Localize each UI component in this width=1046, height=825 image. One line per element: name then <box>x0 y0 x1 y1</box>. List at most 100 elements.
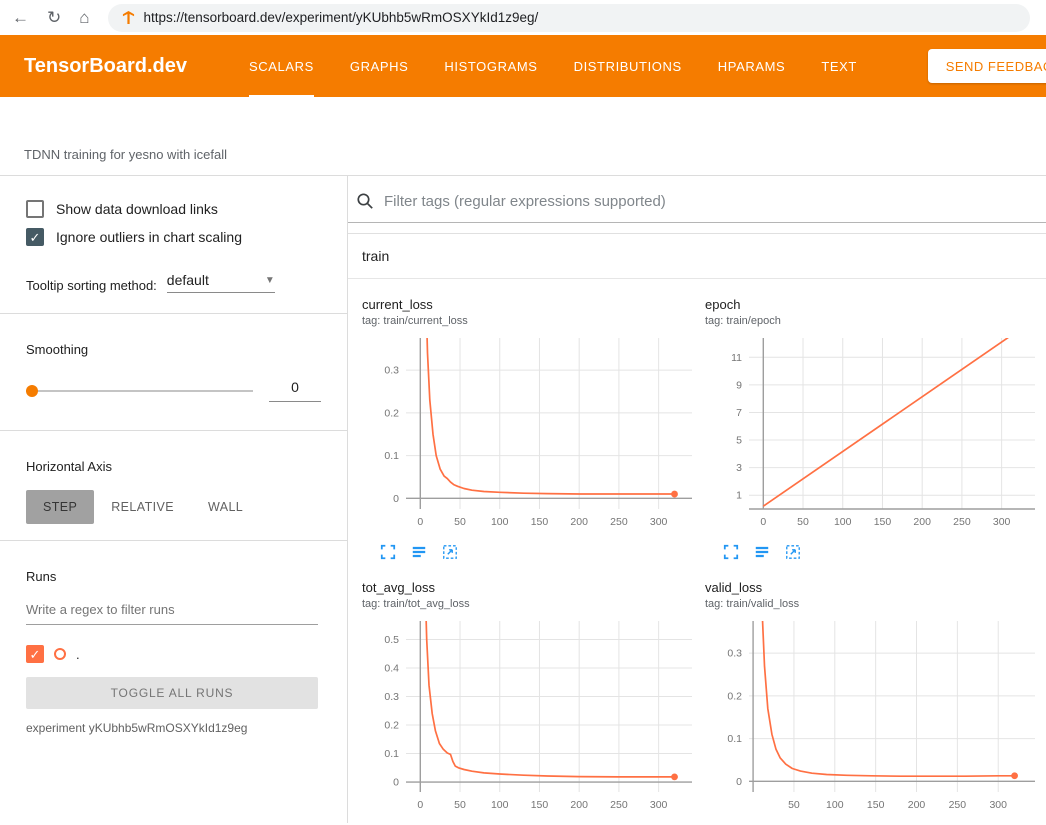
svg-text:0.2: 0.2 <box>384 720 399 732</box>
svg-text:300: 300 <box>650 516 668 528</box>
line-chart[interactable]: 05010015020025030000.10.20.3 <box>362 333 698 533</box>
tooltip-sorting-row: Tooltip sorting method: default ▼ <box>26 272 321 293</box>
smoothing-row: 0 <box>26 379 321 402</box>
home-icon[interactable]: ⌂ <box>79 9 89 26</box>
url-text: https://tensorboard.dev/experiment/yKUbh… <box>144 10 539 25</box>
axis-relative-button[interactable]: RELATIVE <box>94 490 191 524</box>
runs-label: Runs <box>26 569 321 584</box>
svg-text:0.3: 0.3 <box>384 691 399 703</box>
tab-scalars[interactable]: SCALARS <box>249 35 314 97</box>
svg-text:50: 50 <box>454 799 466 811</box>
horizontal-axis-buttons: STEPRELATIVEWALL <box>26 490 321 524</box>
data-table-icon[interactable] <box>754 544 770 560</box>
axis-wall-button[interactable]: WALL <box>191 490 260 524</box>
tab-distributions[interactable]: DISTRIBUTIONS <box>574 35 682 97</box>
expand-chart-icon[interactable] <box>723 544 739 560</box>
svg-text:3: 3 <box>736 462 742 474</box>
smoothing-value-input[interactable]: 0 <box>269 379 321 402</box>
brand[interactable]: TensorBoard.dev <box>24 55 187 78</box>
tag-group-card: train current_loss tag: train/current_lo… <box>348 233 1046 823</box>
tab-histograms[interactable]: HISTOGRAMS <box>444 35 537 97</box>
tag-filter-row <box>348 176 1046 223</box>
tab-graphs[interactable]: GRAPHS <box>350 35 409 97</box>
expand-chart-icon[interactable] <box>380 544 396 560</box>
run-row[interactable]: ✓ . <box>26 645 321 663</box>
reload-icon[interactable]: ↻ <box>47 9 61 26</box>
svg-text:250: 250 <box>949 799 967 811</box>
svg-text:300: 300 <box>993 516 1011 528</box>
chevron-down-icon: ▼ <box>265 275 275 286</box>
svg-text:0.2: 0.2 <box>727 690 742 702</box>
svg-text:250: 250 <box>953 516 971 528</box>
show-download-links-checkbox[interactable]: ✓ Show data download links <box>26 200 321 218</box>
back-icon[interactable]: ← <box>12 9 29 26</box>
toggle-all-runs-button[interactable]: TOGGLE ALL RUNS <box>26 677 318 709</box>
fit-domain-icon[interactable] <box>442 544 458 560</box>
chart-card: current_loss tag: train/current_loss 050… <box>362 297 705 560</box>
svg-text:0: 0 <box>393 493 399 505</box>
axis-step-button[interactable]: STEP <box>26 490 94 524</box>
horizontal-axis-label: Horizontal Axis <box>26 459 321 474</box>
fit-domain-icon[interactable] <box>785 544 801 560</box>
svg-text:0.4: 0.4 <box>384 663 399 675</box>
svg-text:150: 150 <box>531 799 549 811</box>
svg-text:0.1: 0.1 <box>384 450 399 462</box>
svg-text:0.3: 0.3 <box>727 648 742 660</box>
chart-tag: tag: train/epoch <box>705 315 1046 327</box>
svg-text:0.2: 0.2 <box>384 407 399 419</box>
tag-group-header[interactable]: train <box>348 234 1046 279</box>
svg-text:150: 150 <box>531 516 549 528</box>
chart-card: epoch tag: train/epoch 05010015020025030… <box>705 297 1046 560</box>
svg-text:100: 100 <box>834 516 852 528</box>
runs-filter-input[interactable] <box>26 602 318 625</box>
search-icon <box>356 192 374 210</box>
app-header: TensorBoard.dev SCALARS GRAPHS HISTOGRAMS D… <box>0 35 1046 97</box>
svg-text:100: 100 <box>826 799 844 811</box>
tag-group-title: train <box>362 248 389 264</box>
svg-text:150: 150 <box>867 799 885 811</box>
tooltip-sorting-label: Tooltip sorting method: <box>26 278 157 293</box>
run-color-ring-icon[interactable] <box>54 648 66 660</box>
divider <box>0 313 347 314</box>
svg-text:0: 0 <box>417 799 423 811</box>
experiment-id-caption: experiment yKUbhb5wRmOSXYkId1z9eg <box>26 721 321 735</box>
tab-text[interactable]: TEXT <box>821 35 857 97</box>
checkbox-label: Show data download links <box>56 201 218 217</box>
chart-title: tot_avg_loss <box>362 580 705 595</box>
send-feedback-button[interactable]: SEND FEEDBACK <box>928 49 1046 83</box>
svg-text:0.1: 0.1 <box>384 748 399 760</box>
line-chart[interactable]: 0501001502002503001357911 <box>705 333 1041 533</box>
chart-toolbar <box>362 544 705 560</box>
line-chart[interactable]: 5010015020025030000.10.20.3 <box>705 616 1041 816</box>
chart-tag: tag: train/valid_loss <box>705 598 1046 610</box>
svg-text:200: 200 <box>908 799 926 811</box>
svg-text:0: 0 <box>736 776 742 788</box>
svg-text:50: 50 <box>454 516 466 528</box>
tab-hparams[interactable]: HPARAMS <box>718 35 786 97</box>
slider-thumb[interactable] <box>26 385 38 397</box>
scalars-main: train current_loss tag: train/current_lo… <box>348 176 1046 823</box>
data-table-icon[interactable] <box>411 544 427 560</box>
ignore-outliers-checkbox[interactable]: ✓ Ignore outliers in chart scaling <box>26 228 321 246</box>
smoothing-slider[interactable] <box>26 390 253 392</box>
svg-text:5: 5 <box>736 435 742 447</box>
svg-text:7: 7 <box>736 407 742 419</box>
tensorboard-favicon <box>122 11 135 24</box>
svg-text:250: 250 <box>610 516 628 528</box>
divider <box>0 540 347 541</box>
svg-text:50: 50 <box>797 516 809 528</box>
tag-filter-input[interactable] <box>384 193 1036 210</box>
svg-text:0.1: 0.1 <box>727 733 742 745</box>
chart-card: valid_loss tag: train/valid_loss 5010015… <box>705 580 1046 823</box>
svg-text:11: 11 <box>731 352 742 364</box>
checkbox-label: Ignore outliers in chart scaling <box>56 229 242 245</box>
run-checkbox-icon[interactable]: ✓ <box>26 645 44 663</box>
experiment-title: TDNN training for yesno with icefall <box>0 97 1046 176</box>
svg-text:200: 200 <box>570 799 588 811</box>
nav-tabs: SCALARS GRAPHS HISTOGRAMS DISTRIBUTIONS HPAR… <box>249 35 857 97</box>
svg-text:100: 100 <box>491 516 509 528</box>
line-chart[interactable]: 05010015020025030000.10.20.30.40.5 <box>362 616 698 816</box>
tooltip-sorting-value: default <box>167 272 209 288</box>
address-bar[interactable]: https://tensorboard.dev/experiment/yKUbh… <box>108 4 1030 32</box>
tooltip-sorting-select[interactable]: default ▼ <box>167 272 275 293</box>
